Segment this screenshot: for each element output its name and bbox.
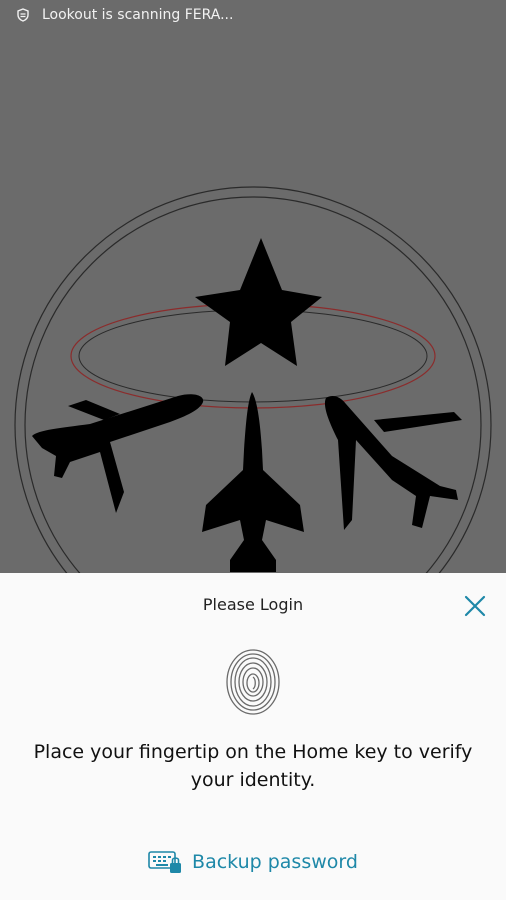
- status-bar: Lookout is scanning FERA...: [0, 0, 506, 30]
- backup-password-label: Backup password: [192, 851, 358, 873]
- dialog-title: Please Login: [202, 595, 304, 614]
- close-icon[interactable]: [462, 593, 488, 619]
- instruction-text: Place your fingertip on the Home key to …: [33, 741, 473, 791]
- fingerprint-icon: [226, 649, 280, 715]
- shield-icon: [17, 8, 29, 22]
- keyboard-lock-icon: [148, 851, 182, 873]
- login-dialog: Please Login Place your fingertip on the…: [0, 573, 506, 900]
- backup-password-button[interactable]: Backup password: [0, 849, 506, 875]
- notification-text: Lookout is scanning FERA...: [42, 7, 234, 23]
- app-backdrop: [0, 30, 506, 575]
- aircraft-emblem-icon: [14, 186, 492, 575]
